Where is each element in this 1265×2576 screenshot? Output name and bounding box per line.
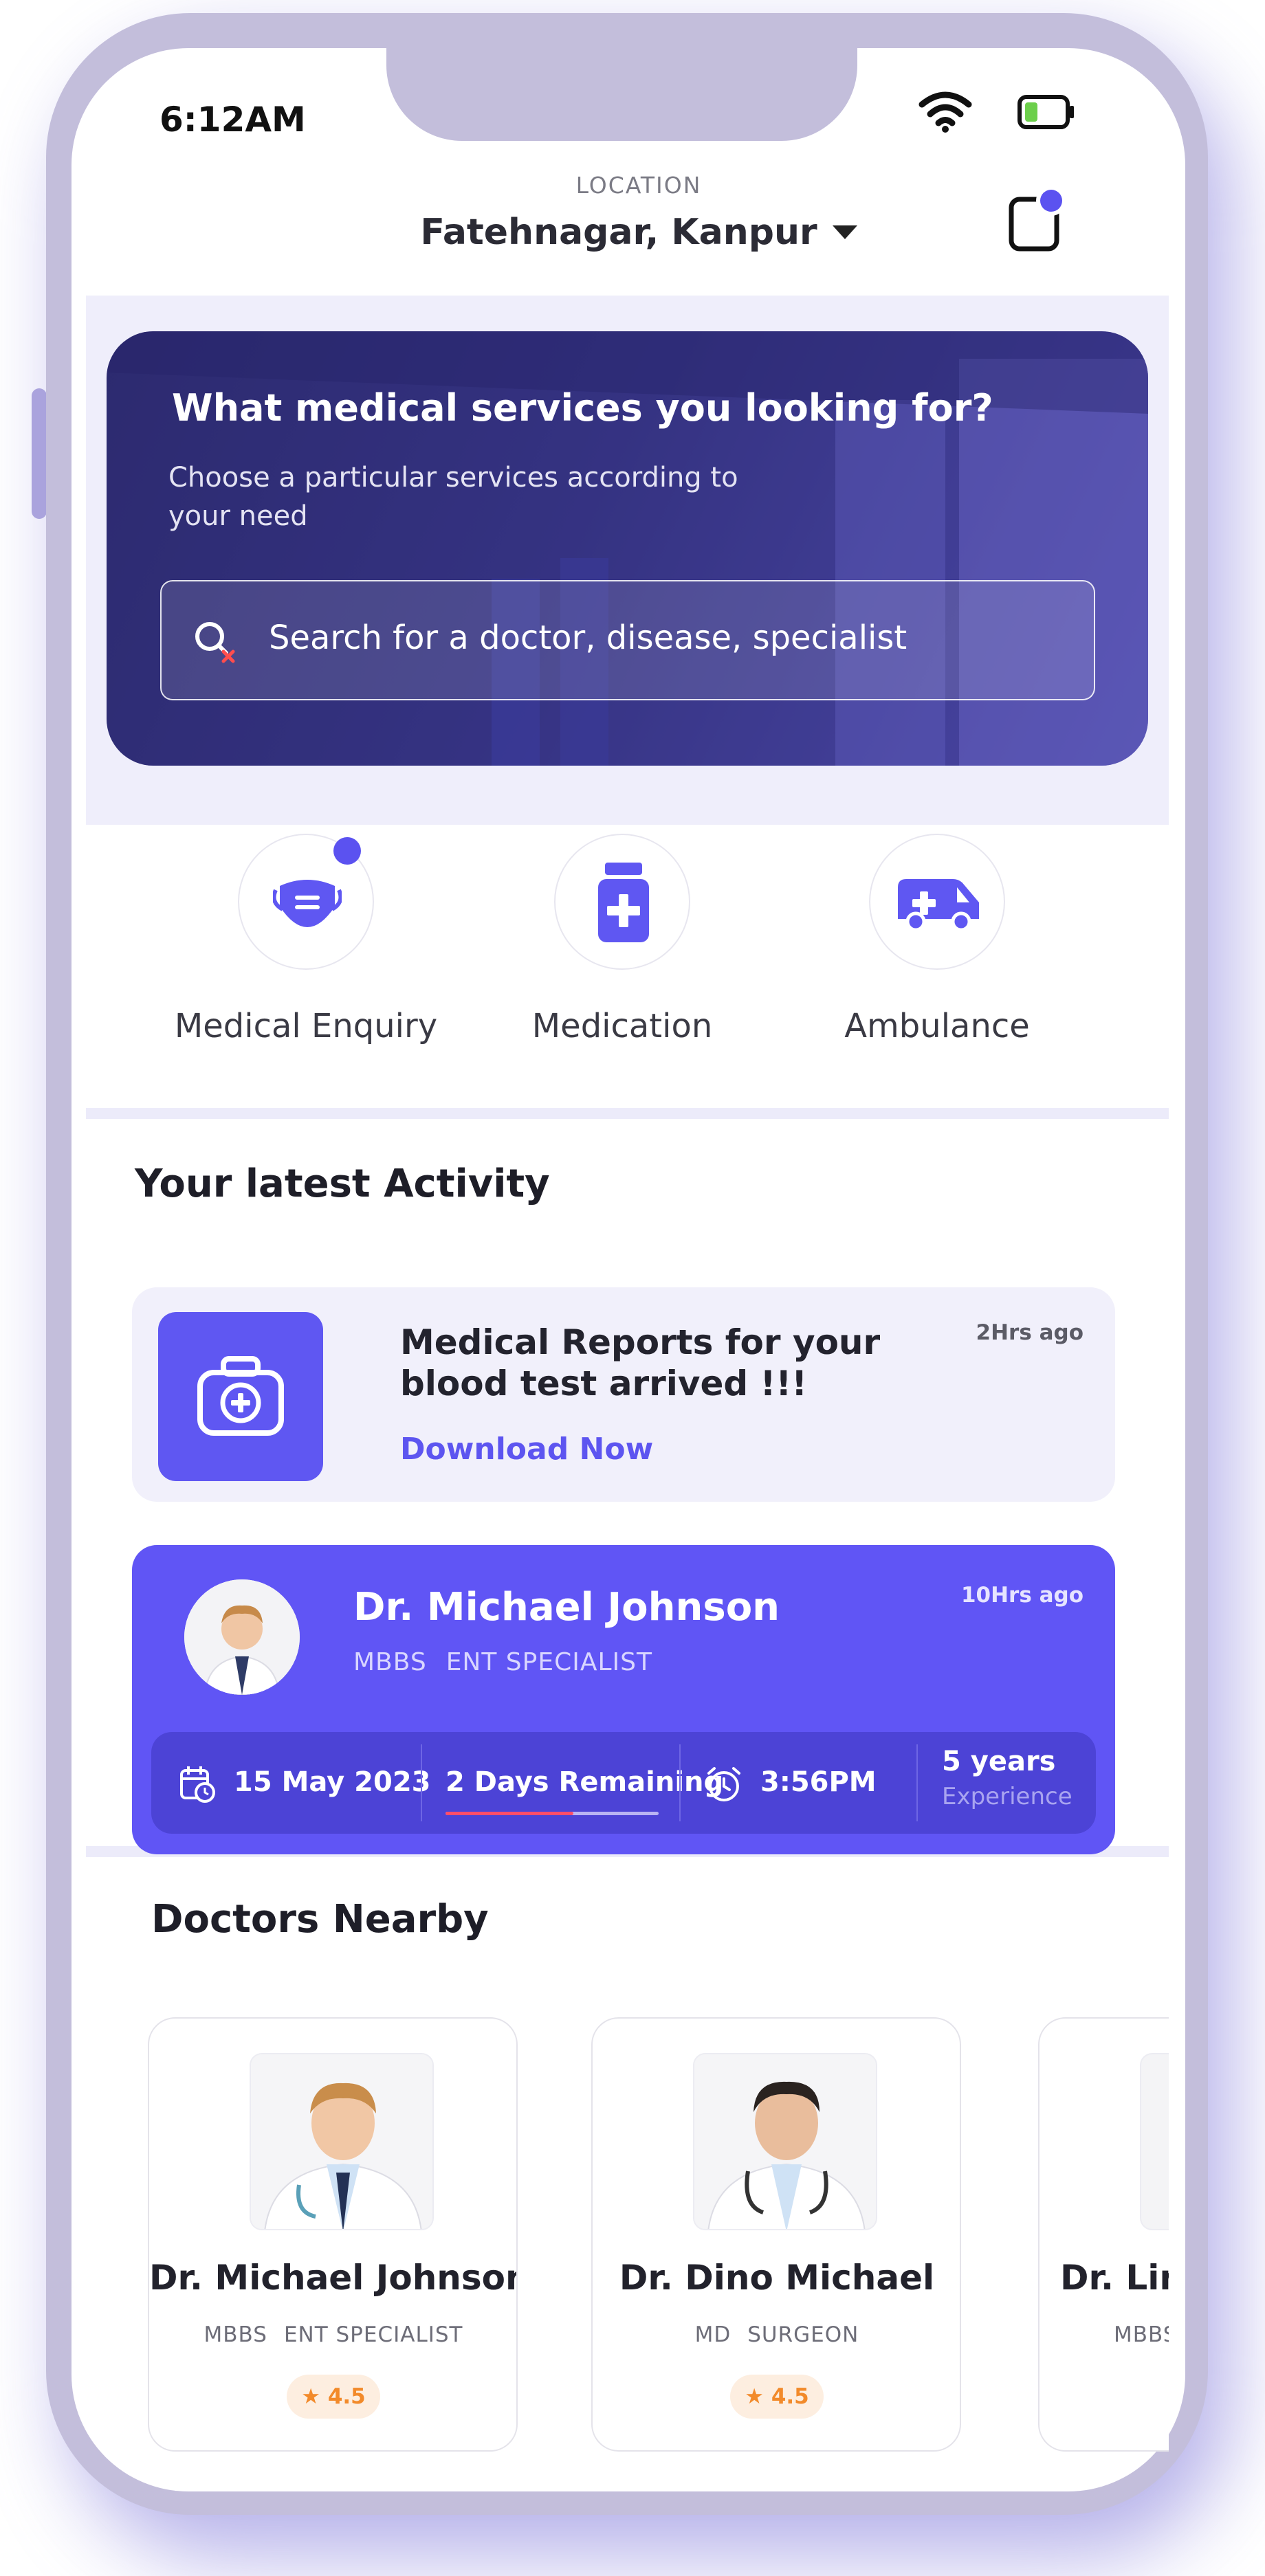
- appointment-doctor-tags: MBBS ENT SPECIALIST: [353, 1648, 672, 1676]
- doctor-photo: [1140, 2053, 1169, 2230]
- service-label: Medication: [531, 1007, 713, 1045]
- doctor-degree: MD: [694, 2322, 732, 2347]
- hero-banner: What medical services you looking for? C…: [107, 331, 1148, 766]
- search-input[interactable]: Search for a doctor, disease, specialist: [160, 580, 1095, 700]
- hero-title: What medical services you looking for?: [172, 386, 993, 430]
- volume-button: [32, 388, 47, 519]
- appointment-date: 15 May 2023: [234, 1766, 431, 1798]
- location-label: LOCATION: [575, 172, 702, 199]
- service-label: Ambulance: [844, 1007, 1030, 1045]
- doctor-specialty: ENT SPECIALIST: [446, 1648, 652, 1676]
- mask-icon: [273, 880, 342, 927]
- doctor-degree: MBBS: [353, 1648, 427, 1676]
- experience-value: 5 years: [942, 1746, 1056, 1777]
- phone-notch: [386, 48, 857, 141]
- app-canvas: 6:12AM LOCATION Fatehnagar, Kanpur What …: [0, 0, 1265, 2576]
- medical-kit-icon: [197, 1356, 284, 1436]
- doctor-card[interactable]: Dr. Michael Johnson MBBS ENT SPECIALIST ★…: [148, 2017, 518, 2452]
- service-label: Medical Enquiry: [174, 1007, 438, 1045]
- appointment-details-bar: 15 May 2023 2 Days Remaining 3:56PM 5 ye…: [151, 1732, 1096, 1834]
- doctor-name: Dr. Dino Michael: [619, 2258, 935, 2298]
- rating-badge: ★ 4.5: [730, 2375, 824, 2419]
- doctor-card[interactable]: Dr. Lin MBBS: [1038, 2017, 1169, 2452]
- bar-divider: [679, 1744, 681, 1821]
- bar-divider: [421, 1744, 422, 1821]
- ambulance-icon: [898, 879, 979, 932]
- wifi-icon: [918, 91, 972, 133]
- section-divider: [86, 1108, 1169, 1119]
- doctor-tags: MD SURGEON: [593, 2322, 960, 2347]
- doctor-tags: MBBS ENT SPECIALIST: [149, 2322, 516, 2347]
- search-placeholder: Search for a doctor, disease, specialist: [269, 619, 908, 657]
- report-icon-tile: [158, 1312, 323, 1481]
- doctor-avatar: [184, 1579, 300, 1695]
- battery-icon: [1018, 95, 1074, 129]
- location-value: Fatehnagar, Kanpur: [420, 212, 817, 253]
- hero-subtitle: Choose a particular services according t…: [168, 462, 738, 532]
- bar-divider: [916, 1744, 918, 1821]
- medication-button[interactable]: [554, 834, 690, 970]
- doctor-portrait: [251, 2054, 432, 2229]
- alarm-clock-icon: [707, 1767, 740, 1801]
- doctor-photo: [693, 2053, 877, 2230]
- report-time: 2Hrs ago: [976, 1320, 1084, 1345]
- appointment-time-ago: 10Hrs ago: [960, 1583, 1084, 1608]
- appointment-card[interactable]: Dr. Michael Johnson MBBS ENT SPECIALIST 1…: [132, 1545, 1115, 1854]
- appointment-clock-time: 3:56PM: [760, 1766, 877, 1798]
- enquiry-notification-dot: [333, 837, 361, 865]
- caret-down-icon: [832, 225, 857, 239]
- doctor-portrait: [694, 2054, 876, 2229]
- location-selector[interactable]: Fatehnagar, Kanpur: [0, 210, 1265, 253]
- doctor-name: Dr. Michael Johnson: [149, 2258, 518, 2298]
- notification-icon: [1009, 186, 1066, 252]
- doctor-card-clip: Dr. Lin MBBS: [1038, 2017, 1169, 2457]
- rating-badge: ★ 4.5: [287, 2375, 380, 2419]
- doctor-degree: MBBS: [1114, 2322, 1169, 2347]
- appointment-doctor-name: Dr. Michael Johnson: [353, 1585, 780, 1630]
- status-time: 6:12AM: [160, 100, 306, 140]
- doctor-degree: MBBS: [204, 2322, 267, 2347]
- activity-heading: Your latest Activity: [135, 1162, 550, 1206]
- doctor-tags: MBBS: [1106, 2322, 1169, 2347]
- report-activity-card[interactable]: Medical Reports for your blood test arri…: [132, 1287, 1115, 1502]
- ambulance-button[interactable]: [869, 834, 1005, 970]
- days-remaining: 2 Days Remaining: [446, 1766, 724, 1798]
- experience-label: Experience: [942, 1783, 1072, 1810]
- doctor-portrait: [184, 1579, 300, 1695]
- remaining-progress-fill: [446, 1812, 573, 1815]
- notification-button[interactable]: [1007, 186, 1069, 256]
- search-icon: [195, 622, 235, 663]
- rating-value: 4.5: [327, 2384, 366, 2409]
- doctor-name: Dr. Lin: [1060, 2258, 1169, 2298]
- calendar-clock-icon: [180, 1766, 215, 1803]
- report-title: Medical Reports for your blood test arri…: [400, 1322, 881, 1403]
- doctor-photo: [250, 2053, 434, 2230]
- rating-value: 4.5: [771, 2384, 809, 2409]
- nearby-heading: Doctors Nearby: [151, 1897, 489, 1942]
- doctor-specialty: SURGEON: [747, 2322, 859, 2347]
- download-now-link[interactable]: Download Now: [400, 1432, 653, 1467]
- doctor-card[interactable]: Dr. Dino Michael MD SURGEON ★ 4.5: [591, 2017, 961, 2452]
- doctor-specialty: ENT SPECIALIST: [283, 2322, 463, 2347]
- medicine-bottle-icon: [598, 863, 649, 942]
